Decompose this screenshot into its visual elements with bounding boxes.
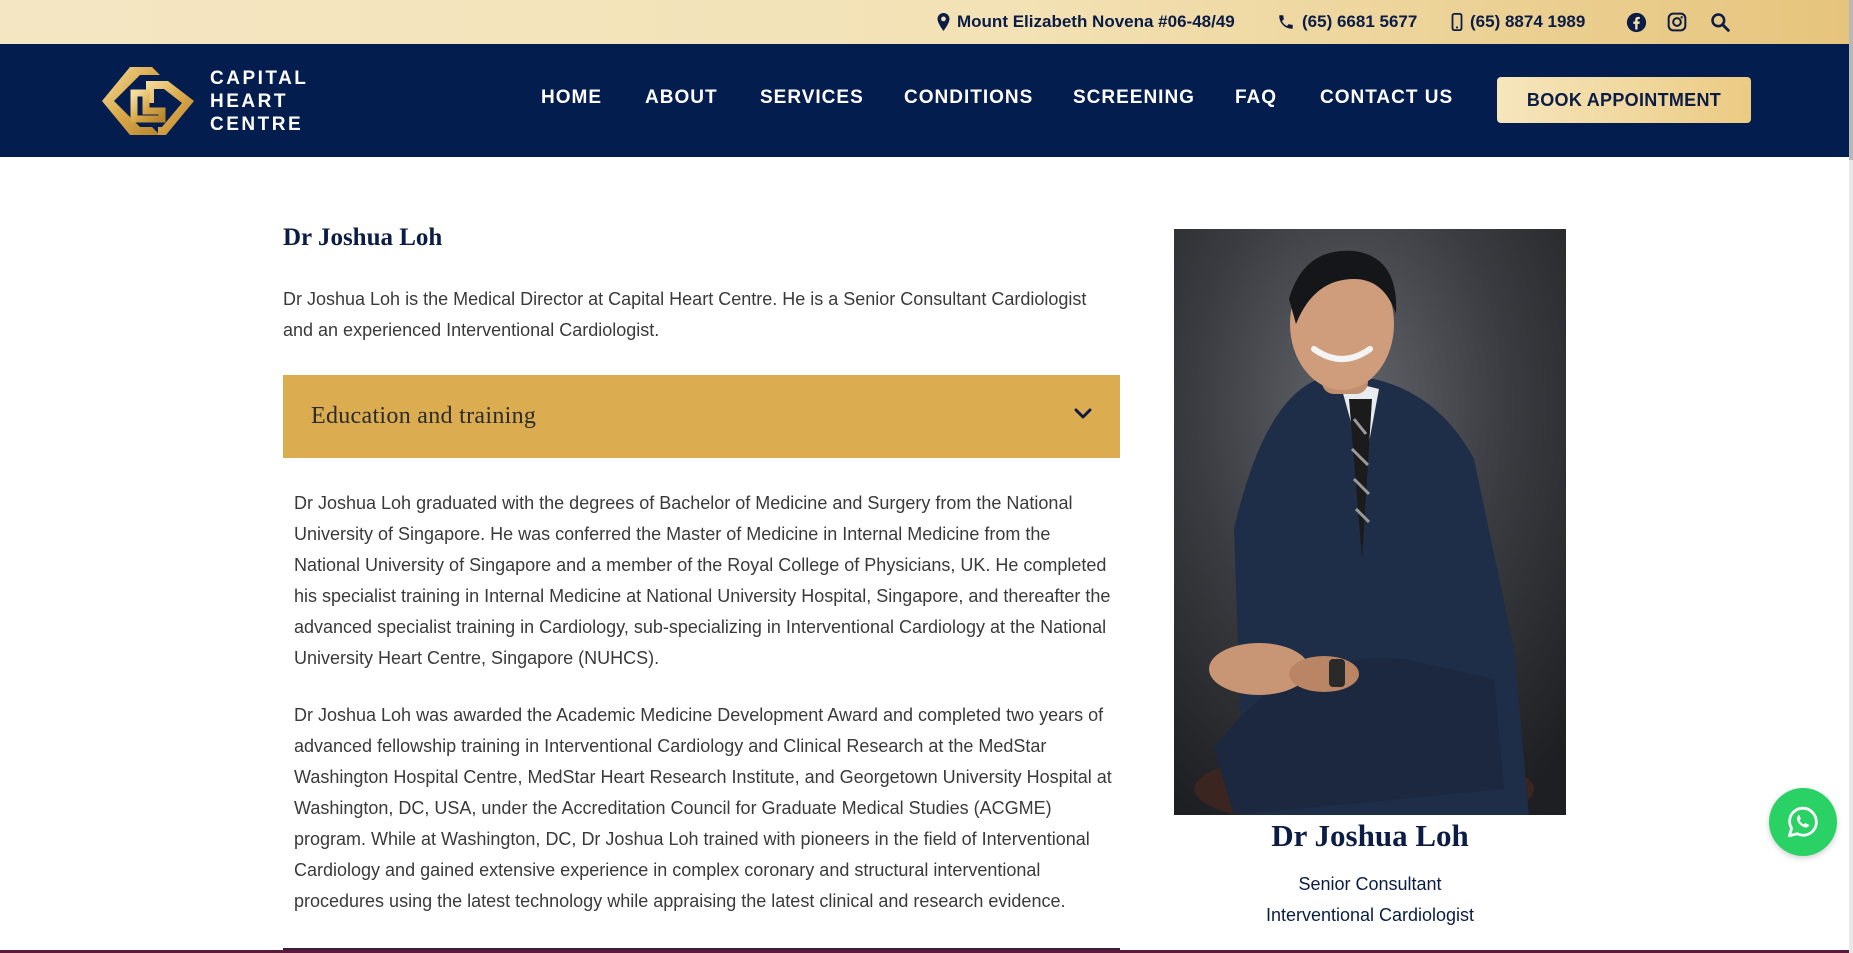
logo-mark-icon bbox=[102, 67, 194, 135]
instagram-icon[interactable] bbox=[1665, 10, 1689, 34]
map-pin-icon bbox=[937, 13, 950, 31]
education-accordion-header[interactable]: Education and training bbox=[283, 375, 1120, 458]
logo-text: CAPITAL HEART CENTRE bbox=[210, 67, 308, 136]
education-paragraph-2: Dr Joshua Loh was awarded the Academic M… bbox=[294, 705, 1112, 911]
doctor-intro: Dr Joshua Loh is the Medical Director at… bbox=[283, 289, 1087, 340]
top-info-bar: Mount Elizabeth Novena #06-48/49 (65) 66… bbox=[0, 0, 1853, 44]
mobile-text: (65) 8874 1989 bbox=[1470, 12, 1586, 31]
scrollbar-thumb[interactable] bbox=[1849, 0, 1853, 160]
doctor-name-heading: Dr Joshua Loh bbox=[283, 224, 443, 251]
logo-line-1: CAPITAL bbox=[210, 68, 309, 89]
mobile-link[interactable]: (65) 8874 1989 bbox=[1451, 0, 1585, 44]
nav-faq[interactable]: FAQ bbox=[1235, 87, 1277, 111]
portrait-illustration bbox=[1174, 229, 1566, 815]
nav-conditions[interactable]: CONDITIONS bbox=[904, 87, 1033, 111]
whatsapp-button[interactable] bbox=[1769, 788, 1837, 856]
nav-contact-us[interactable]: CONTACT US bbox=[1320, 87, 1453, 111]
nav-home[interactable]: HOME bbox=[541, 87, 602, 111]
phone-text: (65) 6681 5677 bbox=[1302, 12, 1418, 31]
phone-link[interactable]: (65) 6681 5677 bbox=[1277, 0, 1417, 44]
nav-about[interactable]: ABOUT bbox=[645, 87, 718, 111]
site-logo[interactable]: CAPITAL HEART CENTRE bbox=[100, 63, 330, 139]
chevron-down-icon bbox=[1074, 408, 1092, 419]
accordion-title: Education and training bbox=[311, 403, 537, 429]
search-icon[interactable] bbox=[1708, 10, 1732, 34]
nav-services[interactable]: SERVICES bbox=[760, 87, 864, 111]
portrait-caption-role-1: Senior Consultant bbox=[1298, 874, 1442, 894]
education-paragraph-1: Dr Joshua Loh graduated with the degrees… bbox=[294, 493, 1111, 668]
whatsapp-icon bbox=[1788, 806, 1818, 838]
portrait-caption-name: Dr Joshua Loh bbox=[1271, 818, 1469, 853]
portrait-caption-role-2: Interventional Cardiologist bbox=[1265, 905, 1475, 925]
phone-icon bbox=[1279, 15, 1293, 29]
nav-screening[interactable]: SCREENING bbox=[1073, 87, 1195, 111]
logo-line-3: CENTRE bbox=[210, 114, 304, 135]
facebook-icon[interactable] bbox=[1624, 10, 1648, 34]
mobile-icon bbox=[1451, 13, 1463, 31]
address-text: Mount Elizabeth Novena #06-48/49 bbox=[957, 12, 1235, 31]
page-scrollbar[interactable] bbox=[1849, 0, 1853, 953]
main-navigation: CAPITAL HEART CENTRE HOME ABOUT SERVICES… bbox=[0, 44, 1853, 157]
address-link[interactable]: Mount Elizabeth Novena #06-48/49 bbox=[937, 0, 1235, 44]
logo-line-2: HEART bbox=[210, 91, 288, 112]
book-appointment-button[interactable]: BOOK APPOINTMENT bbox=[1497, 77, 1751, 123]
doctor-portrait bbox=[1174, 229, 1566, 815]
